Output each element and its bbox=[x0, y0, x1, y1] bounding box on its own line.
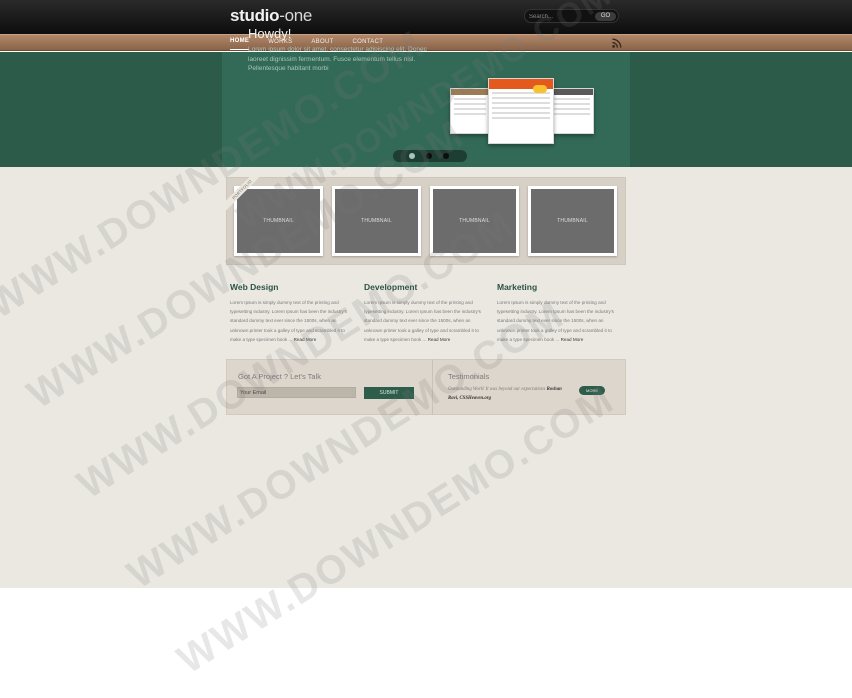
portfolio-thumbnail-3[interactable]: THUMBNAIL bbox=[430, 186, 519, 256]
submit-button[interactable]: SUBMIT bbox=[364, 387, 414, 399]
hero-screenshot-left bbox=[450, 88, 490, 134]
service-text: Lorem Ipsum is simply dummy text of the … bbox=[230, 300, 347, 342]
hero-screenshot-right bbox=[550, 88, 594, 134]
portfolio-thumbnail-2[interactable]: THUMBNAIL bbox=[332, 186, 421, 256]
service-column-marketing: Marketing Lorem Ipsum is simply dummy te… bbox=[497, 282, 617, 344]
hero-text: Lorem ipsum dolor sit amet, consectetur … bbox=[248, 46, 427, 72]
nav-item-home[interactable]: HOME bbox=[230, 35, 250, 50]
hero-screenshot-center bbox=[488, 78, 554, 144]
read-more-link[interactable]: Read More bbox=[294, 337, 317, 342]
slider-dot-1[interactable] bbox=[409, 153, 415, 159]
read-more-link[interactable]: Read More bbox=[561, 337, 584, 342]
service-column-web-design: Web Design Lorem Ipsum is simply dummy t… bbox=[230, 282, 350, 344]
divider bbox=[432, 359, 433, 415]
service-column-development: Development Lorem Ipsum is simply dummy … bbox=[364, 282, 484, 344]
slider-dot-3[interactable] bbox=[443, 153, 449, 159]
service-text: Lorem Ipsum is simply dummy text of the … bbox=[364, 300, 481, 342]
service-text: Lorem Ipsum is simply dummy text of the … bbox=[497, 300, 614, 342]
portfolio-thumbnail-4[interactable]: THUMBNAIL bbox=[528, 186, 617, 256]
search-box: GO bbox=[524, 9, 619, 23]
search-go-button[interactable]: GO bbox=[595, 12, 616, 21]
contact-title: Got A Project ? Let's Talk bbox=[238, 372, 322, 381]
slider-dot-2[interactable] bbox=[426, 153, 432, 159]
rss-icon[interactable] bbox=[612, 38, 622, 48]
portfolio-ribbon: PORTFOLIO bbox=[226, 177, 260, 211]
email-field[interactable] bbox=[237, 387, 356, 398]
service-title: Web Design bbox=[230, 282, 279, 292]
read-more-link[interactable]: Read More bbox=[428, 337, 451, 342]
service-title: Development bbox=[364, 282, 418, 292]
testimonial-quote: Outstanding Work! It was beyond our expe… bbox=[448, 387, 562, 401]
slider-pagination bbox=[393, 150, 467, 162]
testimonials-title: Testimonials bbox=[448, 372, 490, 381]
more-testimonials-button[interactable]: MORE bbox=[579, 386, 605, 395]
hero-title: Howdy! bbox=[248, 26, 292, 41]
search-input[interactable] bbox=[529, 11, 589, 22]
top-bar: studio-one GO bbox=[0, 0, 852, 34]
site-logo[interactable]: studio-one bbox=[230, 6, 312, 26]
service-title: Marketing bbox=[497, 282, 538, 292]
